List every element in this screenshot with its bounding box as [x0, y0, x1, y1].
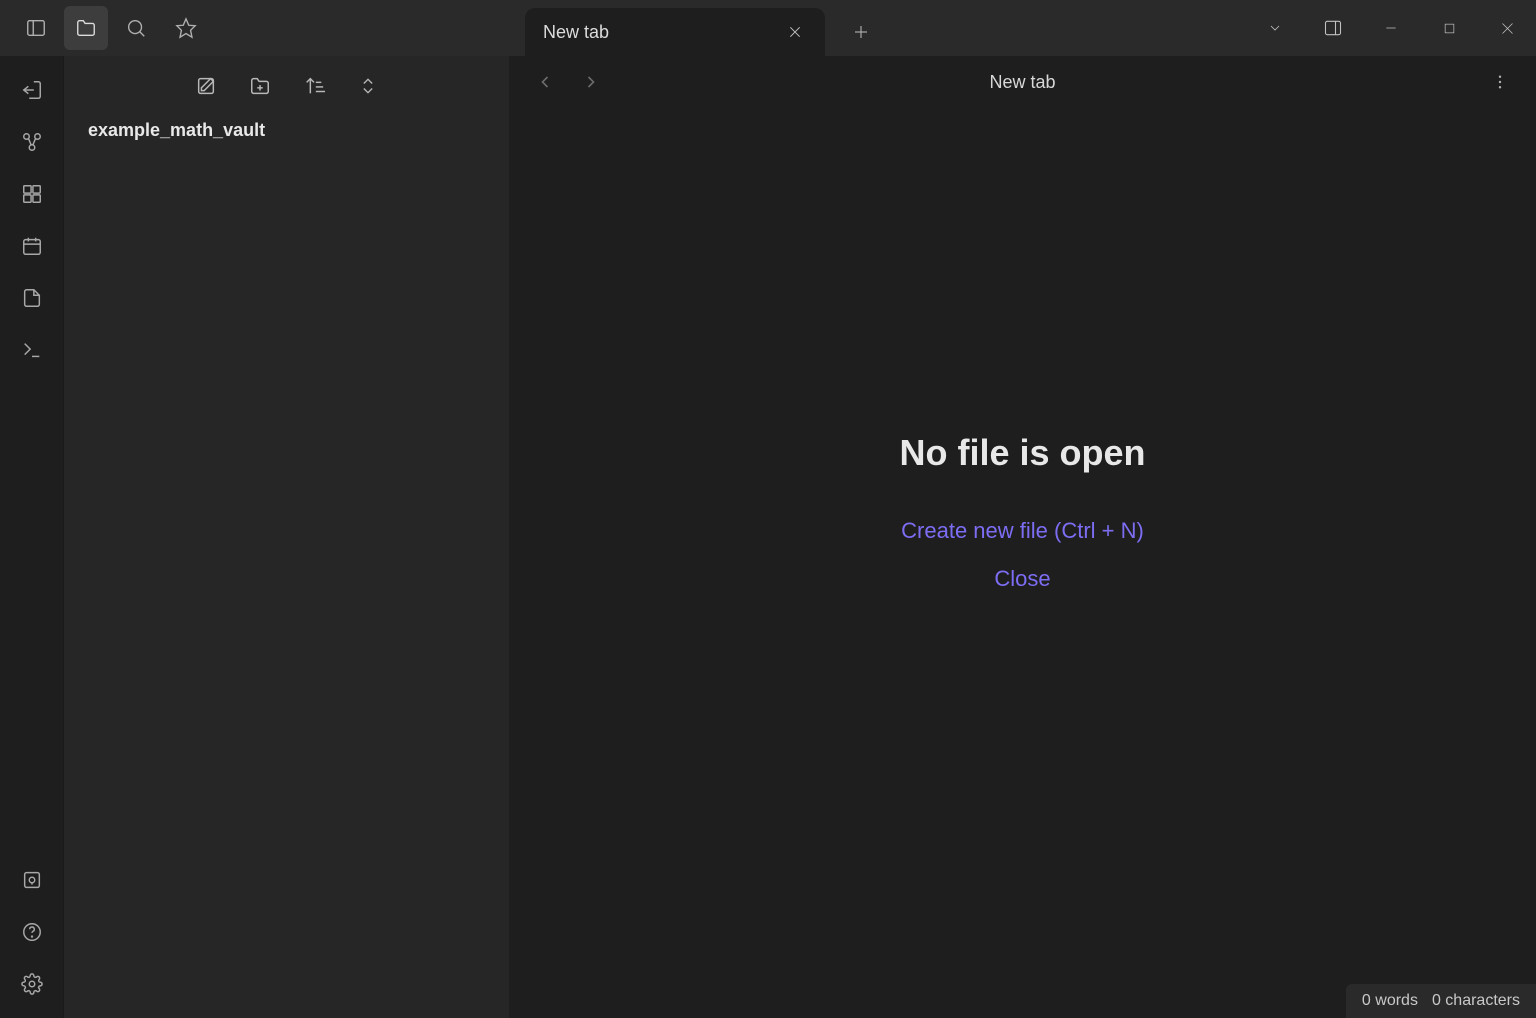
tab-strip: New tab	[525, 8, 881, 56]
empty-heading: No file is open	[899, 432, 1145, 474]
canvas-icon[interactable]	[10, 172, 54, 216]
ribbon	[0, 56, 64, 1018]
sort-icon[interactable]	[296, 68, 332, 104]
search-icon[interactable]	[114, 6, 158, 50]
tab-label: New tab	[543, 22, 609, 43]
terminal-icon[interactable]	[10, 328, 54, 372]
help-icon[interactable]	[10, 910, 54, 954]
tab-dropdown-icon[interactable]	[1246, 8, 1304, 48]
panel-right-icon[interactable]	[1304, 8, 1362, 48]
panel-left-icon[interactable]	[14, 6, 58, 50]
vault-icon[interactable]	[10, 858, 54, 902]
create-new-file-link[interactable]: Create new file (Ctrl + N)	[901, 518, 1144, 544]
maximize-button[interactable]	[1420, 8, 1478, 48]
note-icon[interactable]	[10, 276, 54, 320]
close-window-button[interactable]	[1478, 8, 1536, 48]
quick-switcher-icon[interactable]	[10, 68, 54, 112]
app-body: example_math_vault New tab No file is op…	[0, 56, 1536, 1018]
graph-icon[interactable]	[10, 120, 54, 164]
sidebar-toolbar	[64, 56, 509, 116]
editor-pane: New tab No file is open Create new file …	[509, 56, 1536, 1018]
new-folder-icon[interactable]	[242, 68, 278, 104]
titlebar: New tab	[0, 0, 1536, 56]
word-count[interactable]: 0 words	[1362, 992, 1418, 1010]
close-icon[interactable]	[783, 20, 807, 44]
window-controls	[1246, 0, 1536, 56]
new-note-icon[interactable]	[188, 68, 224, 104]
empty-state: No file is open Create new file (Ctrl + …	[509, 68, 1536, 978]
calendar-icon[interactable]	[10, 224, 54, 268]
vault-name[interactable]: example_math_vault	[64, 116, 509, 145]
tab-active[interactable]: New tab	[525, 8, 825, 56]
settings-icon[interactable]	[10, 962, 54, 1006]
file-sidebar: example_math_vault	[64, 56, 509, 1018]
files-icon[interactable]	[64, 6, 108, 50]
new-tab-button[interactable]	[841, 12, 881, 52]
status-bar: 0 words 0 characters	[1346, 984, 1536, 1018]
close-link[interactable]: Close	[994, 566, 1050, 592]
star-icon[interactable]	[164, 6, 208, 50]
titlebar-left-group	[0, 6, 208, 50]
minimize-button[interactable]	[1362, 8, 1420, 48]
collapse-expand-icon[interactable]	[350, 68, 386, 104]
char-count[interactable]: 0 characters	[1432, 992, 1520, 1010]
